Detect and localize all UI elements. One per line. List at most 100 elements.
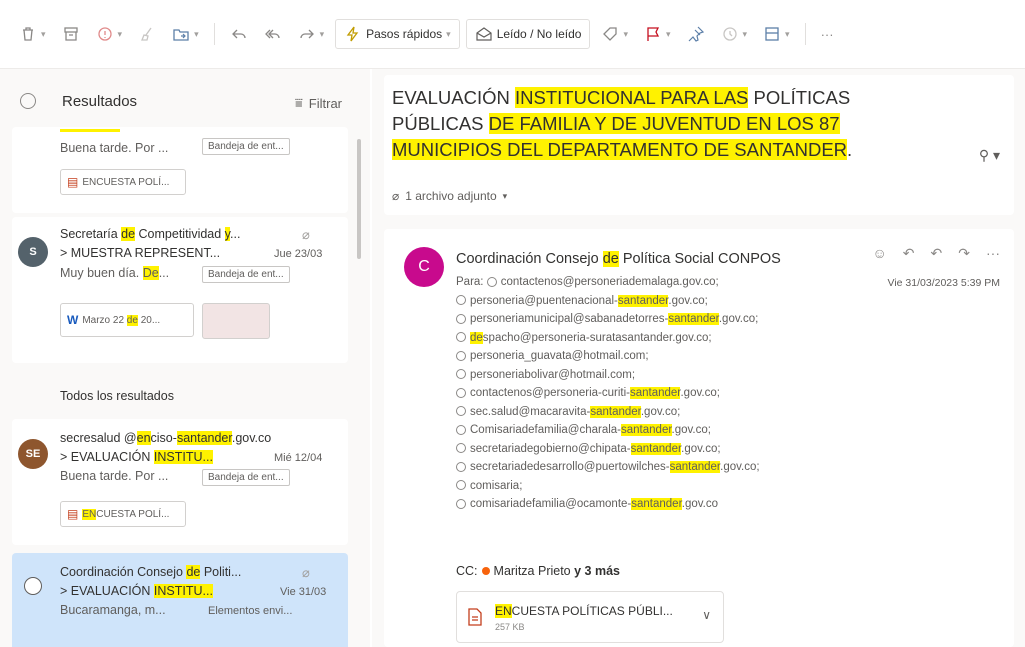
recipient[interactable]: secretariadegobierno@chipata-santander.g… xyxy=(456,440,760,459)
chevron-down-icon[interactable]: ▾ xyxy=(320,29,325,40)
reply-all-button[interactable] xyxy=(259,19,287,49)
attachment-thumbnail[interactable] xyxy=(202,303,270,339)
delete-button[interactable]: ▾ xyxy=(14,19,51,49)
forward-button[interactable]: ▾ xyxy=(293,19,330,49)
recipient[interactable]: secretariadedesarrollo@puertowilches-san… xyxy=(456,458,760,477)
forward-icon xyxy=(299,29,314,39)
presence-icon xyxy=(456,387,466,398)
document-icon: ▤ xyxy=(67,507,79,521)
chevron-down-icon[interactable]: ▾ xyxy=(785,29,790,40)
command-toolbar: ▾ ▾ ▾ ▾ Pasos rápidos ▾ Leído / No leído… xyxy=(0,0,1025,68)
attachment-chip[interactable]: ▤ ENCUESTA POLÍ... xyxy=(60,501,186,527)
subject-card: EVALUACIÓN INSTITUCIONAL PARA LAS POLÍTI… xyxy=(384,75,1014,215)
item-preview: Bucaramanga, m... xyxy=(60,603,166,617)
reply-icon xyxy=(231,29,246,39)
results-header: Resultados ⩸ Filtrar xyxy=(0,69,370,131)
forward-icon[interactable]: ↷ xyxy=(958,245,970,262)
chevron-down-icon[interactable]: ▾ xyxy=(743,29,748,40)
presence-icon xyxy=(456,424,466,435)
emoji-icon[interactable]: ☺ xyxy=(873,245,887,262)
presence-icon xyxy=(456,406,466,417)
broom-icon xyxy=(141,27,152,41)
reading-pane: EVALUACIÓN INSTITUCIONAL PARA LAS POLÍTI… xyxy=(372,69,1025,647)
recipient[interactable]: Comisariadefamilia@charala-santander.gov… xyxy=(456,421,760,440)
attachment-chip[interactable]: ▤ ENCUESTA POLÍ... xyxy=(60,169,186,195)
select-all-checkbox[interactable] xyxy=(20,93,36,109)
recipient[interactable]: despacho@personeria-suratasantander.gov.… xyxy=(456,329,760,348)
list-scrollbar[interactable] xyxy=(357,139,361,259)
recipient[interactable]: personeria_guavata@hotmail.com; xyxy=(456,347,760,366)
item-preview: Buena tarde. Por ... xyxy=(60,141,169,155)
snooze-button[interactable]: ▾ xyxy=(716,19,753,49)
document-icon xyxy=(468,608,482,626)
attachment-count[interactable]: ⌀ 1 archivo adjunto ▾ xyxy=(392,189,507,203)
cc-line: CC: Maritza Prieto y 3 más xyxy=(456,564,620,578)
recipient[interactable]: comisaria; xyxy=(456,477,760,496)
lightning-icon xyxy=(346,26,359,42)
item-preview: Muy buen día. De... xyxy=(60,266,170,280)
presence-icon xyxy=(456,443,466,454)
quick-steps-button[interactable]: Pasos rápidos ▾ xyxy=(335,19,460,49)
chevron-down-icon: ▾ xyxy=(502,190,508,201)
chevron-down-icon[interactable]: ▾ xyxy=(118,29,123,40)
read-unread-button[interactable]: Leído / No leído xyxy=(465,19,591,49)
chevron-down-icon[interactable]: ▾ xyxy=(446,29,451,40)
cc-more[interactable]: y 3 más xyxy=(574,564,620,578)
recipient[interactable]: comisariadefamilia@ocamonte-santander.go… xyxy=(456,495,760,514)
attachment-card[interactable]: ENCUESTA POLÍTICAS PÚBLI... 257 KB ∨ xyxy=(456,591,724,643)
sweep-button[interactable] xyxy=(133,19,161,49)
chevron-down-icon[interactable]: ∨ xyxy=(702,608,711,622)
recipient[interactable]: contactenos@personeria-curiti-santander.… xyxy=(456,384,760,403)
chevron-down-icon[interactable]: ▾ xyxy=(623,29,628,40)
more-icon[interactable]: ··· xyxy=(986,245,1000,262)
presence-icon xyxy=(456,350,466,361)
list-item[interactable]: SE secresalud @enciso-santander.gov.co >… xyxy=(12,419,348,545)
presence-icon xyxy=(456,332,466,343)
recipient[interactable]: sec.salud@macaravita-santander.gov.co; xyxy=(456,403,760,422)
tag-icon xyxy=(603,27,618,41)
zoom-icon[interactable]: ⚲ ▾ xyxy=(979,147,1000,164)
categorize-button[interactable]: ▾ xyxy=(596,19,633,49)
toolbar-divider xyxy=(804,23,806,45)
pin-button[interactable] xyxy=(682,19,710,49)
recipient[interactable]: Para: contactenos@personeriademalaga.gov… xyxy=(456,273,760,292)
pin-icon xyxy=(688,26,704,42)
list-item[interactable]: Buena tarde. Por ... Bandeja de ent... ▤… xyxy=(12,127,348,213)
reply-icon[interactable]: ↶ xyxy=(903,245,915,262)
toolbar-divider xyxy=(213,23,215,45)
item-sender: Coordinación Consejo de Politi... xyxy=(60,565,242,579)
presence-icon xyxy=(456,498,466,509)
item-checkbox[interactable] xyxy=(24,577,42,595)
chevron-down-icon[interactable]: ▾ xyxy=(666,29,671,40)
recipient[interactable]: personeria@puentenacional-santander.gov.… xyxy=(456,292,760,311)
recipient[interactable]: personeriamunicipal@sabanadetorres-santa… xyxy=(456,310,760,329)
list-item[interactable]: S Secretaría de Competitividad y... ⌀ > … xyxy=(12,217,348,363)
presence-icon xyxy=(456,369,466,380)
recipient[interactable]: personeriabolivar@hotmail.com; xyxy=(456,366,760,385)
reply-button[interactable] xyxy=(225,19,253,49)
chevron-down-icon[interactable]: ▾ xyxy=(41,29,46,40)
clock-icon xyxy=(722,27,737,41)
flag-button[interactable]: ▾ xyxy=(639,19,676,49)
view-options-button[interactable]: ▾ xyxy=(758,19,795,49)
read-unread-label: Leído / No leído xyxy=(496,27,582,41)
move-to-button[interactable]: ▾ xyxy=(167,19,204,49)
chevron-down-icon[interactable]: ▾ xyxy=(194,29,199,40)
message-date: Vie 31/03/2023 5:39 PM xyxy=(887,277,1000,289)
more-options-button[interactable]: ··· xyxy=(816,19,839,49)
message-sender[interactable]: Coordinación Consejo de Política Social … xyxy=(456,251,781,267)
item-preview: Buena tarde. Por ... xyxy=(60,469,169,483)
filter-label: Filtrar xyxy=(308,95,342,111)
filter-button[interactable]: ⩸ Filtrar xyxy=(295,95,342,111)
archive-button[interactable] xyxy=(57,19,85,49)
attachment-name: ENCUESTA POLÍTICAS PÚBLI... xyxy=(495,604,673,618)
attachment-chip[interactable]: W Marzo 22 de 20... xyxy=(60,303,194,337)
reply-all-icon[interactable]: ↶ xyxy=(931,245,943,262)
recipient-list: Para: contactenos@personeriademalaga.gov… xyxy=(456,273,760,514)
report-button[interactable]: ▾ xyxy=(91,19,128,49)
cc-name[interactable]: Maritza Prieto xyxy=(494,564,571,578)
folder-move-icon xyxy=(173,29,189,41)
presence-icon xyxy=(481,567,490,575)
archive-icon xyxy=(63,27,78,41)
list-item-selected[interactable]: Coordinación Consejo de Politi... ⌀ > EV… xyxy=(12,553,348,647)
